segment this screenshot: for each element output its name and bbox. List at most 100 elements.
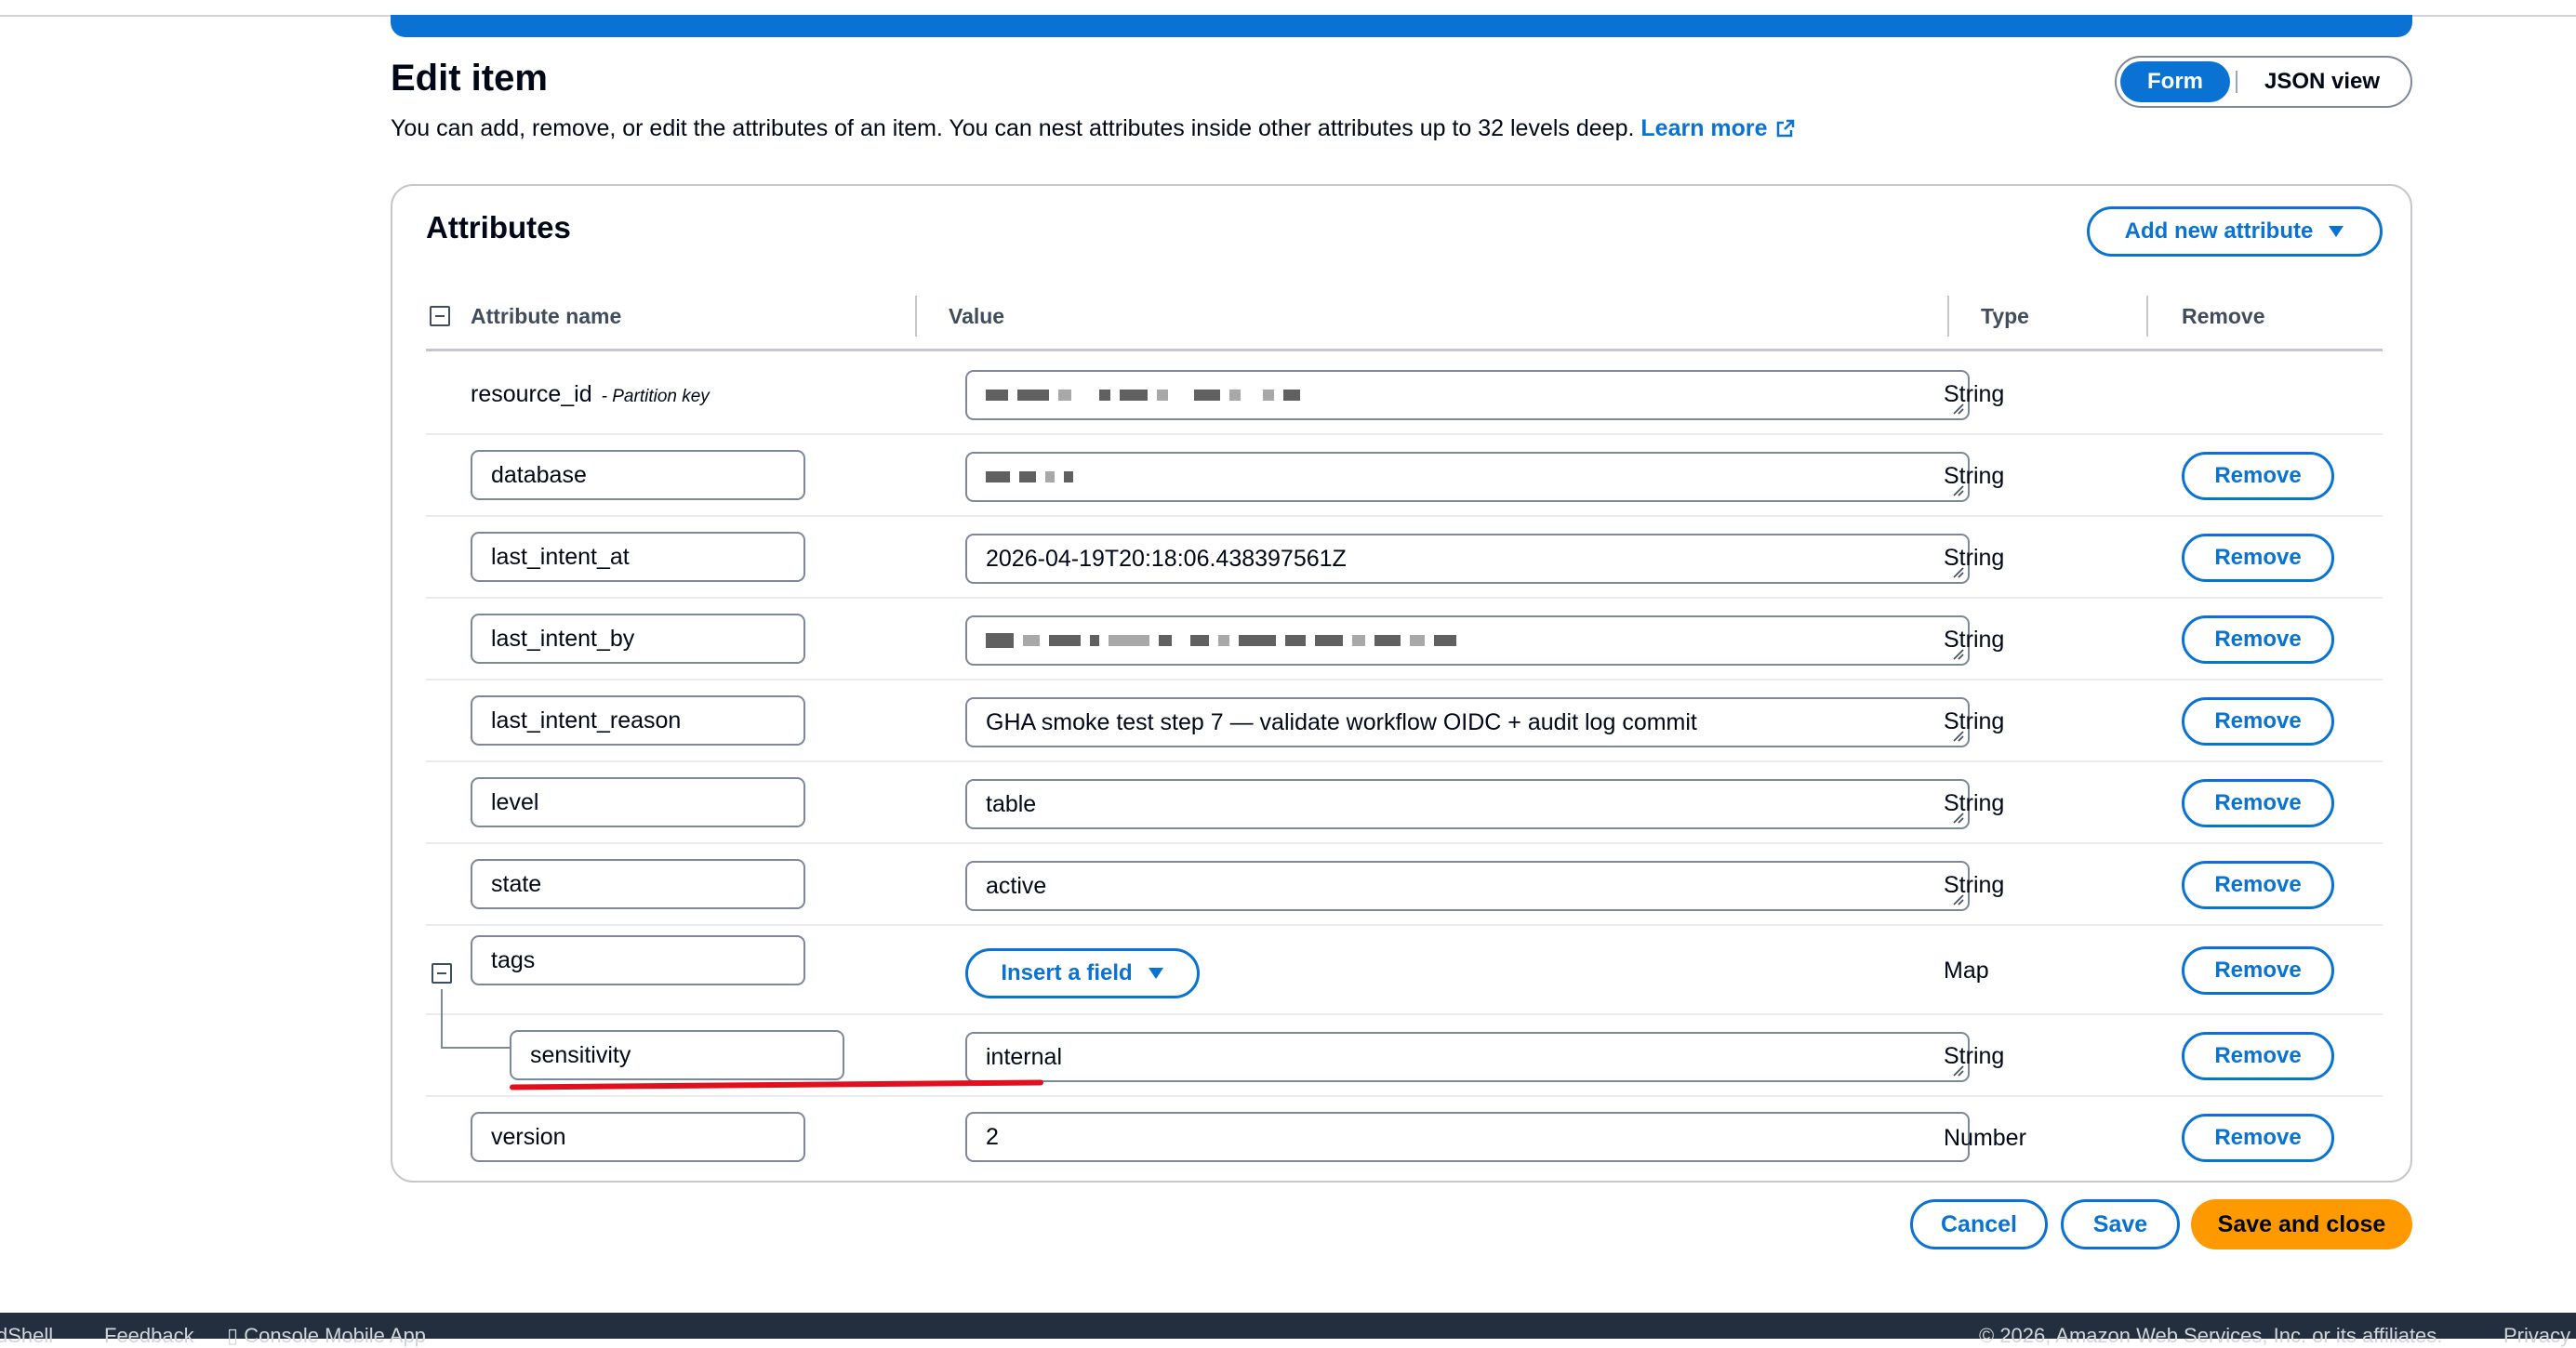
- redacted-value: [986, 633, 1456, 648]
- type-cell: String: [1944, 790, 2005, 816]
- attributes-panel: Attributes Add new attribute Attribute n…: [391, 184, 2412, 1183]
- cancel-button[interactable]: Cancel: [1910, 1199, 2048, 1249]
- table-row: level table String Remove: [426, 762, 2383, 844]
- table-row: last_intent_at 2026-04-19T20:18:06.43839…: [426, 517, 2383, 599]
- attribute-name-input[interactable]: last_intent_by: [471, 614, 805, 664]
- type-cell: String: [1944, 545, 2005, 571]
- value-input[interactable]: [965, 615, 1970, 666]
- remove-button[interactable]: Remove: [2182, 779, 2334, 827]
- attribute-name-text: resource_id: [471, 381, 592, 407]
- tree-connector: [441, 1047, 510, 1049]
- partition-key-name: resource_id - Partition key: [471, 381, 710, 408]
- table-row: tags Insert a field Map Remove: [426, 926, 2383, 1015]
- remove-button[interactable]: Remove: [2182, 697, 2334, 746]
- attribute-name-input[interactable]: state: [471, 859, 805, 909]
- table-row: resource_id - Partition key String: [426, 353, 2383, 435]
- column-resizer[interactable]: [2146, 296, 2148, 337]
- insert-field-label: Insert a field: [1001, 960, 1133, 985]
- insert-field-button[interactable]: Insert a field: [965, 948, 1200, 998]
- type-cell: Number: [1944, 1125, 2026, 1151]
- redacted-value: [986, 390, 1300, 401]
- table-row: last_intent_by String Remove: [426, 599, 2383, 681]
- tree-connector: [441, 989, 443, 1047]
- column-resizer[interactable]: [915, 296, 917, 337]
- attribute-name-input[interactable]: version: [471, 1112, 805, 1162]
- mobile-app-link[interactable]: ▯ Console Mobile App: [227, 1324, 426, 1348]
- value-text: internal: [986, 1043, 1062, 1070]
- attribute-name-input[interactable]: tags: [471, 935, 805, 985]
- remove-button[interactable]: Remove: [2182, 1114, 2334, 1162]
- attribute-name-input[interactable]: last_intent_at: [471, 532, 805, 582]
- value-input[interactable]: [965, 452, 1970, 502]
- remove-button[interactable]: Remove: [2182, 534, 2334, 582]
- external-link-icon: [1775, 118, 1796, 145]
- table-row: state active String Remove: [426, 844, 2383, 926]
- learn-more-label: Learn more: [1640, 115, 1768, 141]
- collapse-all-icon[interactable]: [430, 306, 450, 326]
- value-text: 2026-04-19T20:18:06.438397561Z: [986, 545, 1347, 572]
- value-input[interactable]: 2026-04-19T20:18:06.438397561Z: [965, 534, 1970, 584]
- collapse-map-icon[interactable]: [432, 963, 452, 984]
- description-text: You can add, remove, or edit the attribu…: [391, 115, 1635, 141]
- type-cell: Map: [1944, 958, 1989, 984]
- attribute-name-input[interactable]: sensitivity: [510, 1030, 844, 1080]
- table-header: Attribute name Value Type Remove: [426, 281, 2383, 351]
- toggle-separator: [2236, 71, 2237, 93]
- add-new-attribute-button[interactable]: Add new attribute: [2087, 206, 2383, 257]
- learn-more-link[interactable]: Learn more: [1640, 115, 1795, 141]
- header-type: Type: [1981, 303, 2029, 328]
- console-footer: dShell Feedback ▯ Console Mobile App © 2…: [0, 1313, 2576, 1347]
- table-row: version 2 Number Remove: [426, 1097, 2383, 1179]
- mobile-app-label: Console Mobile App: [244, 1324, 426, 1347]
- attributes-title: Attributes: [426, 210, 571, 244]
- value-input[interactable]: active: [965, 861, 1970, 911]
- table-row: database String Remove: [426, 435, 2383, 517]
- attribute-name-input[interactable]: last_intent_reason: [471, 695, 805, 746]
- partition-key-label: - Partition key: [601, 387, 710, 406]
- type-cell: String: [1944, 463, 2005, 489]
- attribute-name-input[interactable]: database: [471, 450, 805, 500]
- caret-down-icon: [2328, 218, 2344, 244]
- header-attribute-name: Attribute name: [471, 303, 622, 328]
- redacted-value: [986, 471, 1073, 482]
- value-input[interactable]: table: [965, 779, 1970, 829]
- value-text: table: [986, 790, 1037, 817]
- page-description: You can add, remove, or edit the attribu…: [391, 115, 1796, 145]
- save-button[interactable]: Save: [2061, 1199, 2180, 1249]
- privacy-link[interactable]: Privacy: [2503, 1324, 2570, 1348]
- type-cell: String: [1944, 708, 2005, 734]
- header-value: Value: [949, 303, 1005, 328]
- header-remove: Remove: [2182, 303, 2265, 328]
- copyright-text: © 2026, Amazon Web Services, Inc. or its…: [1979, 1324, 2443, 1347]
- column-resizer[interactable]: [1947, 296, 1949, 337]
- feedback-link[interactable]: Feedback: [104, 1324, 194, 1348]
- value-input[interactable]: [965, 370, 1970, 420]
- remove-button[interactable]: Remove: [2182, 1032, 2334, 1080]
- type-cell: String: [1944, 1043, 2005, 1069]
- add-new-attribute-label: Add new attribute: [2124, 218, 2314, 244]
- remove-button[interactable]: Remove: [2182, 946, 2334, 995]
- remove-button[interactable]: Remove: [2182, 615, 2334, 664]
- type-cell: String: [1944, 627, 2005, 653]
- form-view-button[interactable]: Form: [2120, 61, 2230, 102]
- value-input[interactable]: internal: [965, 1032, 1970, 1082]
- attribute-name-input[interactable]: level: [471, 777, 805, 827]
- value-text: active: [986, 872, 1047, 899]
- value-input[interactable]: 2: [965, 1112, 1970, 1162]
- cloudshell-link[interactable]: dShell: [0, 1324, 53, 1348]
- page-title: Edit item: [391, 58, 548, 99]
- mobile-phone-icon: ▯: [227, 1324, 239, 1347]
- save-and-close-button[interactable]: Save and close: [2191, 1199, 2412, 1249]
- remove-button[interactable]: Remove: [2182, 452, 2334, 500]
- remove-button[interactable]: Remove: [2182, 861, 2334, 909]
- value-text: GHA smoke test step 7 — validate workflo…: [986, 708, 1697, 735]
- value-text: 2: [986, 1123, 999, 1150]
- flash-banner-edge: [391, 15, 2412, 37]
- type-cell: String: [1944, 381, 2005, 407]
- table-row: last_intent_reason GHA smoke test step 7…: [426, 681, 2383, 762]
- value-input[interactable]: GHA smoke test step 7 — validate workflo…: [965, 697, 1970, 747]
- json-view-button[interactable]: JSON view: [2243, 61, 2401, 102]
- caret-down-icon: [1148, 960, 1164, 986]
- type-cell: String: [1944, 872, 2005, 898]
- view-mode-toggle: Form JSON view: [2115, 56, 2412, 108]
